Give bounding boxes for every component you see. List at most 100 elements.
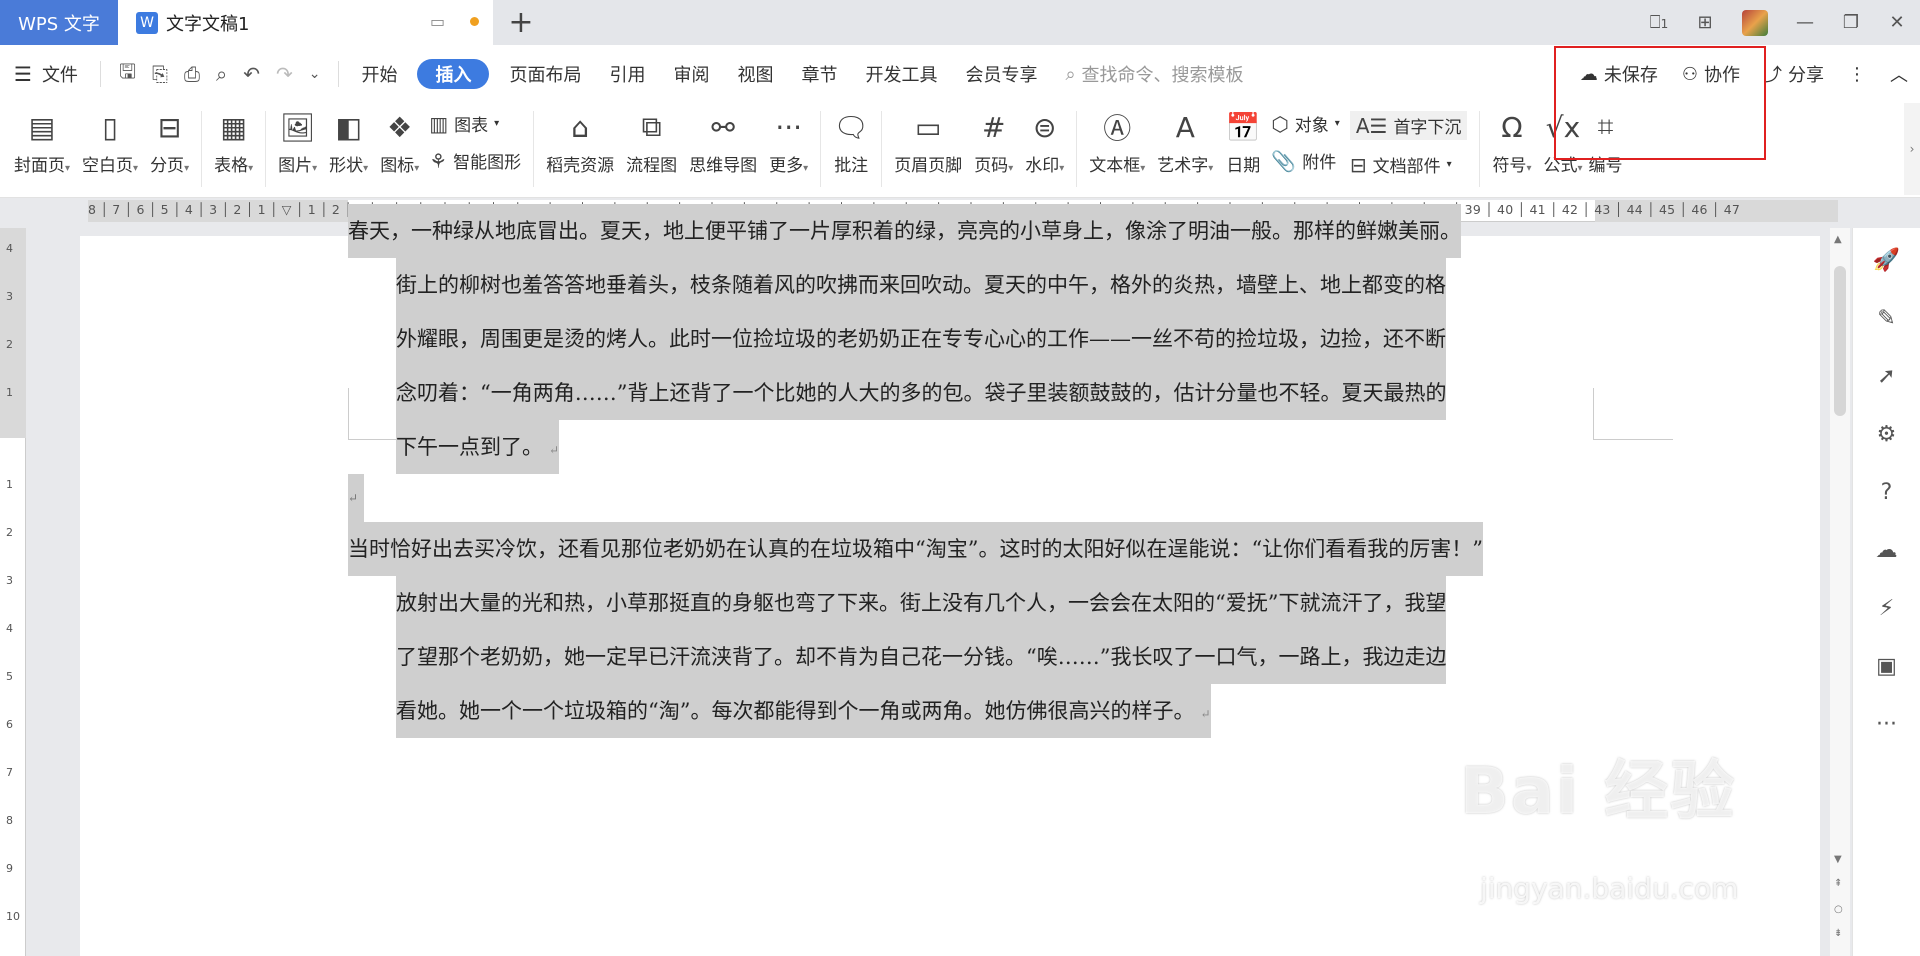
close-icon[interactable]: ✕ <box>1874 12 1920 33</box>
comment-button[interactable]: 🗨 批注 <box>827 103 875 177</box>
divider <box>99 61 101 87</box>
tab-page-layout[interactable]: 页面布局 <box>495 45 595 103</box>
attachment-label: 附件 <box>1302 153 1337 173</box>
file-menu[interactable]: ☰ 文件 <box>0 45 92 103</box>
tab-review[interactable]: 审阅 <box>659 45 723 103</box>
date-button[interactable]: 📅 日期 <box>1219 103 1267 177</box>
rocket-icon[interactable]: 🚀 <box>1873 246 1900 274</box>
paragraph[interactable]: 春天，一种绿从地底冒出。夏天，地上便平铺了一片厚积着的绿，亮亮的小草身上，像涂了… <box>348 204 1598 474</box>
next-page-icon[interactable]: ⇟ <box>1834 928 1842 939</box>
divider <box>881 111 883 187</box>
baidu-watermark-url: jingyan.baidu.com <box>1480 872 1739 905</box>
mindmap-button[interactable]: ⚯ 思维导图 <box>683 103 763 177</box>
chart-button[interactable]: ▥ 图表 ▾ <box>429 111 521 137</box>
dropcap-button[interactable]: A☰ 首字下沉 <box>1349 111 1468 140</box>
save-icon[interactable]: 🖫 <box>119 57 136 91</box>
paragraph-mark: ↵ <box>1200 707 1211 721</box>
vruler-tick-label: 2 <box>6 526 13 539</box>
icons-icon: ❖ <box>387 110 413 144</box>
lightning-icon[interactable]: ⚡ <box>1879 594 1894 622</box>
tab-home[interactable]: 开始 <box>347 45 411 103</box>
flowchart-label: 流程图 <box>626 156 678 176</box>
tab-insert[interactable]: 插入 <box>417 59 490 89</box>
omega-icon: Ω <box>1501 110 1523 144</box>
tab-member[interactable]: 会员专享 <box>951 45 1051 103</box>
flowchart-icon: ⧉ <box>641 110 662 143</box>
restore-icon[interactable]: ❐ <box>1828 12 1874 33</box>
command-search[interactable]: ⌕ 查找命令、搜索模板 <box>1051 61 1257 87</box>
smart-graphic-button[interactable]: ⚘ 智能图形 <box>429 148 521 174</box>
new-tab-button[interactable]: + <box>501 0 541 45</box>
unsaved-dot-icon <box>470 17 479 26</box>
collaborate-button[interactable]: ⚇ 协作 <box>1670 61 1752 87</box>
selected-text: 外耀眼，周围更是烫的烤人。此时一位捡垃圾的老奶奶正在专专心心的工作——一丝不苟的… <box>396 312 1446 366</box>
app-tab[interactable]: WPS 文字 <box>0 0 118 45</box>
page-break-icon: ⊟ <box>157 110 182 144</box>
page-view-icon[interactable]: ⎕1 <box>1636 12 1682 33</box>
more-button[interactable]: ··· 更多▾ <box>763 103 814 177</box>
formula-icon: √x <box>1545 110 1581 144</box>
cloud-icon: ☁ <box>1579 63 1598 85</box>
formula-button[interactable]: √x 公式▾ <box>1537 103 1588 177</box>
header-footer-button[interactable]: ▭ 页眉页脚 <box>888 103 968 177</box>
wordart-button[interactable]: A 艺术字▾ <box>1151 103 1219 177</box>
monitor-icon[interactable]: ▭ <box>430 12 445 31</box>
select-browse-icon[interactable]: ○ <box>1834 904 1843 915</box>
cloud-doc-icon[interactable]: ☁ <box>1876 536 1898 564</box>
redo-icon[interactable]: ↷ <box>276 62 293 86</box>
document-body[interactable]: 春天，一种绿从地底冒出。夏天，地上便平铺了一片厚积着的绿，亮亮的小草身上，像涂了… <box>348 204 1598 738</box>
help-icon[interactable]: ? <box>1881 478 1893 506</box>
vertical-ruler[interactable]: 4 3 2 1 1 2 3 4 5 6 7 8 9 10 <box>0 228 26 956</box>
text-line: 看她。她一个一个垃圾箱的“淘”。每次都能得到个一角或两角。她仿佛很高兴的样子。 ↵ <box>348 684 1598 738</box>
pen-icon[interactable]: ✎ <box>1877 304 1895 332</box>
page-break-button[interactable]: ⊟ 分页▾ <box>144 103 195 177</box>
more-options-icon[interactable]: ⋮ <box>1836 64 1878 85</box>
tab-chapter[interactable]: 章节 <box>787 45 851 103</box>
shape-button[interactable]: ◧ 形状▾ <box>323 103 374 177</box>
prev-page-icon[interactable]: ⇞ <box>1834 878 1842 889</box>
table-button[interactable]: ▦ 表格▾ <box>208 103 259 177</box>
document-tab[interactable]: W 文字文稿1 ▭ <box>118 0 493 45</box>
empty-paragraph[interactable]: ↵ <box>348 474 1598 522</box>
numbering-button[interactable]: ⌗ 编号 <box>1589 103 1623 176</box>
page-number-button[interactable]: # 页码▾ <box>968 103 1019 177</box>
picture-button[interactable]: 🖼 图片▾ <box>272 103 323 177</box>
doc-parts-button[interactable]: ⊟ 文档部件 ▾ <box>1349 152 1468 178</box>
scroll-down-icon[interactable]: ▼ <box>1834 854 1842 865</box>
cover-page-button[interactable]: ▤ 封面页▾ <box>8 103 76 177</box>
vertical-scrollbar[interactable]: ▲ ▼ ⇞ ○ ⇟ <box>1830 228 1850 956</box>
paragraph[interactable]: 当时恰好出去买冷饮，还看见那位老奶奶在认真的在垃圾箱中“淘宝”。这时的太阳好似在… <box>348 522 1598 738</box>
unsaved-button[interactable]: ☁ 未保存 <box>1568 61 1670 87</box>
collapse-ribbon-icon[interactable]: ︿ <box>1878 61 1920 87</box>
print-icon[interactable]: ⎙ <box>184 62 200 86</box>
customize-toolbar-icon[interactable]: ⌄ <box>309 66 321 82</box>
doc-parts-icon: ⊟ <box>1349 152 1367 177</box>
docer-resources-button[interactable]: ⌂ 稻壳资源 <box>540 103 620 177</box>
ribbon-scroll-right-icon[interactable]: › <box>1904 103 1920 195</box>
textbox-button[interactable]: Ⓐ 文本框▾ <box>1083 103 1151 176</box>
object-button[interactable]: ⬡ 对象 ▾ <box>1271 111 1340 137</box>
watermark-button[interactable]: ⊜ 水印▾ <box>1019 103 1070 177</box>
icon-library-button[interactable]: ❖ 图标▾ <box>374 103 425 177</box>
blank-page-button[interactable]: ▯ 空白页▾ <box>76 103 144 177</box>
more-icon[interactable]: ··· <box>1876 710 1897 738</box>
attachment-button[interactable]: 📎 附件 <box>1271 148 1340 174</box>
minimize-icon[interactable]: — <box>1782 12 1828 33</box>
avatar[interactable] <box>1742 9 1768 36</box>
share-button[interactable]: ⤴ 分享 <box>1752 61 1836 87</box>
save-as-icon[interactable]: ⎘ <box>152 62 168 86</box>
insert-ribbon: ▤ 封面页▾ ▯ 空白页▾ ⊟ 分页▾ ▦ 表格▾ 🖼 图片▾ ◧ 形状▾ ❖ 图标▾ ▥ 图表… <box>0 103 1920 198</box>
tab-developer[interactable]: 开发工具 <box>851 45 951 103</box>
scroll-up-icon[interactable]: ▲ <box>1834 234 1842 245</box>
cursor-select-icon[interactable]: ➚ <box>1877 362 1895 390</box>
book-icon[interactable]: ▣ <box>1876 652 1897 680</box>
settings-sliders-icon[interactable]: ⚙ <box>1877 420 1897 448</box>
print-preview-icon[interactable]: ⌕ <box>216 62 227 86</box>
grid-apps-icon[interactable]: ⊞ <box>1682 12 1728 33</box>
tab-view[interactable]: 视图 <box>723 45 787 103</box>
flowchart-button[interactable]: ⧉ 流程图 <box>620 103 683 176</box>
scrollbar-thumb[interactable] <box>1834 266 1846 416</box>
symbol-button[interactable]: Ω 符号▾ <box>1486 103 1537 177</box>
undo-icon[interactable]: ↶ <box>243 62 260 86</box>
tab-references[interactable]: 引用 <box>595 45 659 103</box>
